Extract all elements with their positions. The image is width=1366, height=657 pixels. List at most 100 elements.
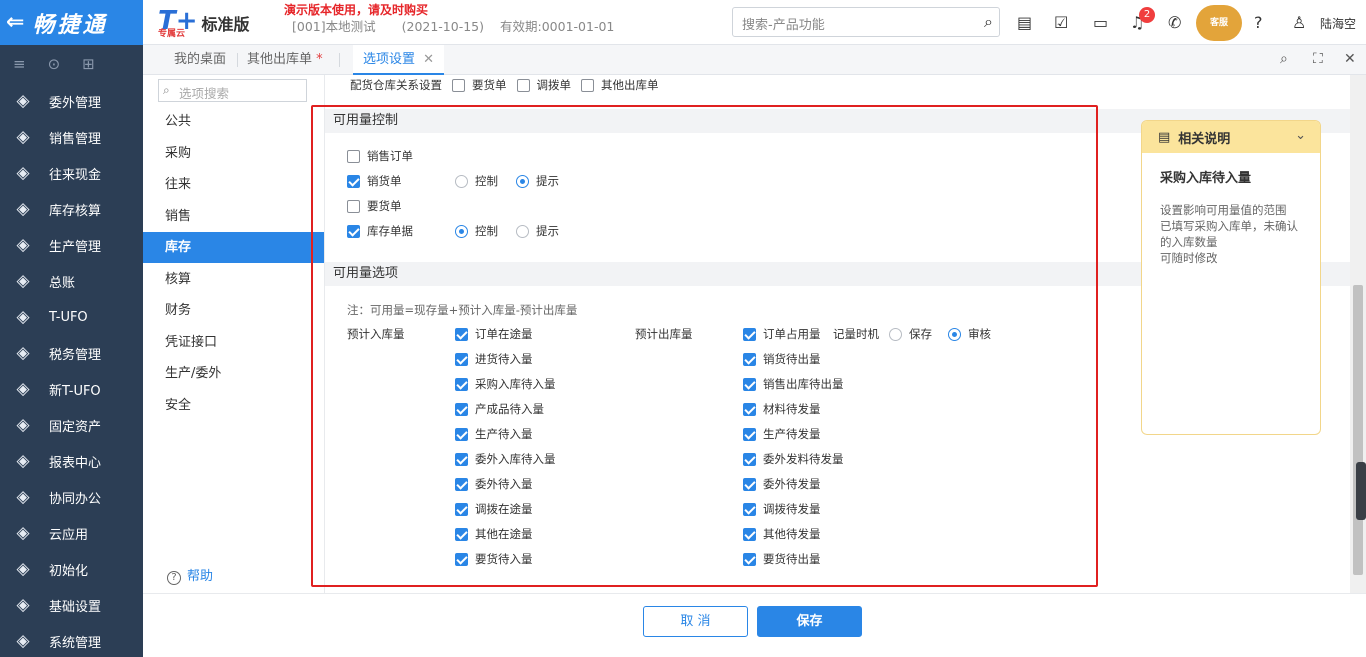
help-circle-icon[interactable]: ?	[1254, 13, 1263, 32]
message-icon[interactable]: ▭	[1093, 13, 1108, 32]
warehouse-relation-label: 配货仓库关系设置	[350, 78, 442, 92]
tab-options[interactable]: 选项设置 ✕	[353, 45, 445, 75]
phone-icon[interactable]: ✆	[1168, 13, 1181, 32]
option-nav-item[interactable]: 安全	[143, 390, 324, 421]
checkbox[interactable]	[455, 352, 468, 366]
radio-button[interactable]	[455, 224, 468, 238]
close-icon[interactable]: ✕	[1344, 51, 1356, 67]
checkbox[interactable]	[516, 78, 530, 92]
sidebar-item[interactable]: ◈ 系统管理	[0, 623, 143, 657]
checkbox[interactable]	[581, 78, 594, 92]
sidebar-item[interactable]: ◈ 销售管理	[0, 119, 143, 155]
checkbox[interactable]	[347, 224, 360, 238]
sidebar-item[interactable]: ◈ T-UFO	[0, 299, 143, 335]
sidebar-item[interactable]: ◈ 初始化	[0, 551, 143, 587]
search-icon[interactable]: ⌕	[984, 12, 993, 32]
add-window-icon[interactable]: ⊞	[82, 55, 95, 73]
checkbox[interactable]	[743, 552, 756, 566]
task-list-icon[interactable]: ☑	[1054, 13, 1068, 32]
back-arrow-icon[interactable]: ⇐	[6, 10, 24, 35]
checkbox[interactable]	[743, 352, 756, 366]
close-tab-icon[interactable]: ✕	[423, 52, 434, 67]
radio-button[interactable]	[455, 174, 468, 188]
option-nav-item[interactable]: 库存	[143, 232, 324, 263]
option-nav-item[interactable]: 生产/委外	[143, 358, 324, 389]
user-name[interactable]: 陆海空	[1320, 15, 1356, 32]
radio-button[interactable]	[889, 327, 902, 341]
option-nav-item[interactable]: 销售	[143, 201, 324, 232]
brand-area[interactable]: ⇐ 畅捷通	[0, 0, 143, 45]
sidebar-item[interactable]: ◈ 生产管理	[0, 227, 143, 263]
checkbox[interactable]	[743, 502, 756, 516]
checkbox[interactable]	[455, 552, 468, 566]
fullscreen-icon[interactable]: ⛶	[1313, 51, 1323, 67]
warehouse-relation-option[interactable]: 其他出库单	[581, 77, 659, 93]
option-nav-item[interactable]: 公共	[143, 106, 324, 137]
global-search-input[interactable]: 搜索-产品功能 ⌕	[732, 7, 1000, 37]
settings-icon: ◈	[16, 595, 30, 615]
tab-other-out[interactable]: 其他出库单 *	[247, 45, 323, 75]
checkbox[interactable]	[455, 327, 468, 341]
cancel-button[interactable]: 取 消	[643, 606, 748, 637]
radio-label: 审核	[968, 327, 991, 341]
chevron-down-icon[interactable]: ⌄	[1295, 128, 1306, 143]
search-doc-icon[interactable]: ⊙	[48, 55, 61, 73]
checkbox[interactable]	[743, 377, 756, 391]
calculator-icon[interactable]: ▤	[1017, 13, 1032, 32]
warehouse-relation-option[interactable]: 调拨单	[516, 77, 571, 93]
sidebar-item[interactable]: ◈ 云应用	[0, 515, 143, 551]
sidebar-item[interactable]: ◈ 协同办公	[0, 479, 143, 515]
sidebar-item[interactable]: ◈ 往来现金	[0, 155, 143, 191]
checkbox[interactable]	[743, 477, 756, 491]
sidebar-item[interactable]: ◈ 基础设置	[0, 587, 143, 623]
radio-button[interactable]	[516, 174, 529, 188]
control-row-label: 库存单据	[367, 224, 413, 238]
checkbox[interactable]	[347, 199, 360, 213]
checkbox[interactable]	[455, 377, 468, 391]
option-nav-item[interactable]: 往来	[143, 169, 324, 200]
sidebar-item[interactable]: ◈ 固定资产	[0, 407, 143, 443]
option-search-input[interactable]: ⌕ 选项搜索	[158, 79, 307, 102]
item-label: 产成品待入量	[475, 402, 544, 416]
menu-icon[interactable]: ≡	[13, 55, 26, 73]
sidebar-item[interactable]: ◈ 库存核算	[0, 191, 143, 227]
help-link[interactable]: ? 帮助	[167, 565, 213, 585]
checkbox[interactable]	[743, 527, 756, 541]
user-icon[interactable]: ♙	[1292, 13, 1306, 32]
option-nav-item[interactable]: 核算	[143, 264, 324, 295]
sidebar-item[interactable]: ◈ 委外管理	[0, 83, 143, 119]
sidebar-item[interactable]: ◈ 税务管理	[0, 335, 143, 371]
checkbox[interactable]	[455, 527, 468, 541]
option-nav-item[interactable]: 采购	[143, 138, 324, 169]
control-row: 销货单 控制 提示	[347, 172, 559, 190]
side-widget[interactable]	[1356, 462, 1366, 520]
sidebar-item[interactable]: ◈ 新T-UFO	[0, 371, 143, 407]
option-nav-item[interactable]: 财务	[143, 295, 324, 326]
radio-button[interactable]	[948, 327, 961, 341]
sidebar-item[interactable]: ◈ 总账	[0, 263, 143, 299]
search-icon[interactable]: ⌕	[1280, 51, 1288, 67]
checkbox[interactable]	[743, 452, 756, 466]
warehouse-relation-option[interactable]: 要货单	[452, 77, 507, 93]
control-mode-radios: 控制 提示	[455, 223, 559, 239]
checkbox[interactable]	[347, 149, 360, 163]
item-label: 要货待入量	[475, 552, 533, 566]
checkbox[interactable]	[743, 327, 756, 341]
option-nav-item[interactable]: 凭证接口	[143, 327, 324, 358]
sidebar-item[interactable]: ◈ 报表中心	[0, 443, 143, 479]
checkbox[interactable]	[455, 477, 468, 491]
checkbox[interactable]	[455, 452, 468, 466]
checkbox[interactable]	[452, 78, 465, 92]
scrollbar-thumb[interactable]	[1353, 285, 1363, 575]
save-button[interactable]: 保存	[757, 606, 862, 637]
customer-service-mascot[interactable]: 客服	[1196, 5, 1242, 41]
checkbox[interactable]	[743, 402, 756, 416]
tab-desktop[interactable]: 我的桌面	[174, 45, 226, 75]
checkbox[interactable]	[455, 427, 468, 441]
radio-button[interactable]	[516, 224, 529, 238]
info-panel-header[interactable]: ▤ 相关说明	[1142, 121, 1320, 153]
checkbox[interactable]	[455, 402, 468, 416]
checkbox[interactable]	[455, 502, 468, 516]
checkbox[interactable]	[347, 174, 360, 188]
checkbox[interactable]	[743, 427, 756, 441]
